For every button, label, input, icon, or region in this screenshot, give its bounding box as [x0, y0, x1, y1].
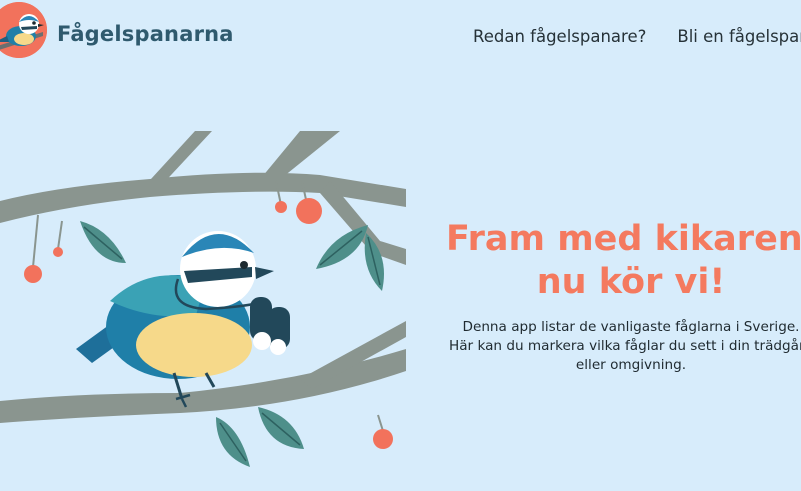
hero-title: Fram med kikaren, nu kör vi!	[400, 218, 801, 304]
main-nav: Redan fågelspanare? Bli en fågelspanare	[473, 27, 801, 46]
hero-title-line-1: Fram med kikaren,	[445, 219, 801, 259]
hero-description-line-1: Denna app listar de vanligaste fåglarna …	[462, 319, 800, 335]
hero-description-line-2: Här kan du markera vilka fåglar du sett …	[449, 338, 801, 354]
hero-description: Denna app listar de vanligaste fåglarna …	[400, 318, 801, 375]
blue-tit-binoculars-illustration	[0, 131, 406, 491]
logo[interactable]	[0, 2, 47, 58]
blue-tit-bird-icon	[0, 2, 47, 58]
site-header: Fågelspanarna Redan fågelspanare? Bli en…	[0, 0, 801, 78]
nav-link-become-birdwatcher[interactable]: Bli en fågelspanare	[677, 27, 801, 46]
hero-title-line-2: nu kör vi!	[536, 262, 726, 302]
nav-link-existing-birdwatcher[interactable]: Redan fågelspanare?	[473, 27, 646, 46]
hero-description-line-3: eller omgivning.	[575, 357, 687, 373]
brand-name[interactable]: Fågelspanarna	[57, 22, 234, 46]
hero-illustration	[0, 131, 406, 491]
